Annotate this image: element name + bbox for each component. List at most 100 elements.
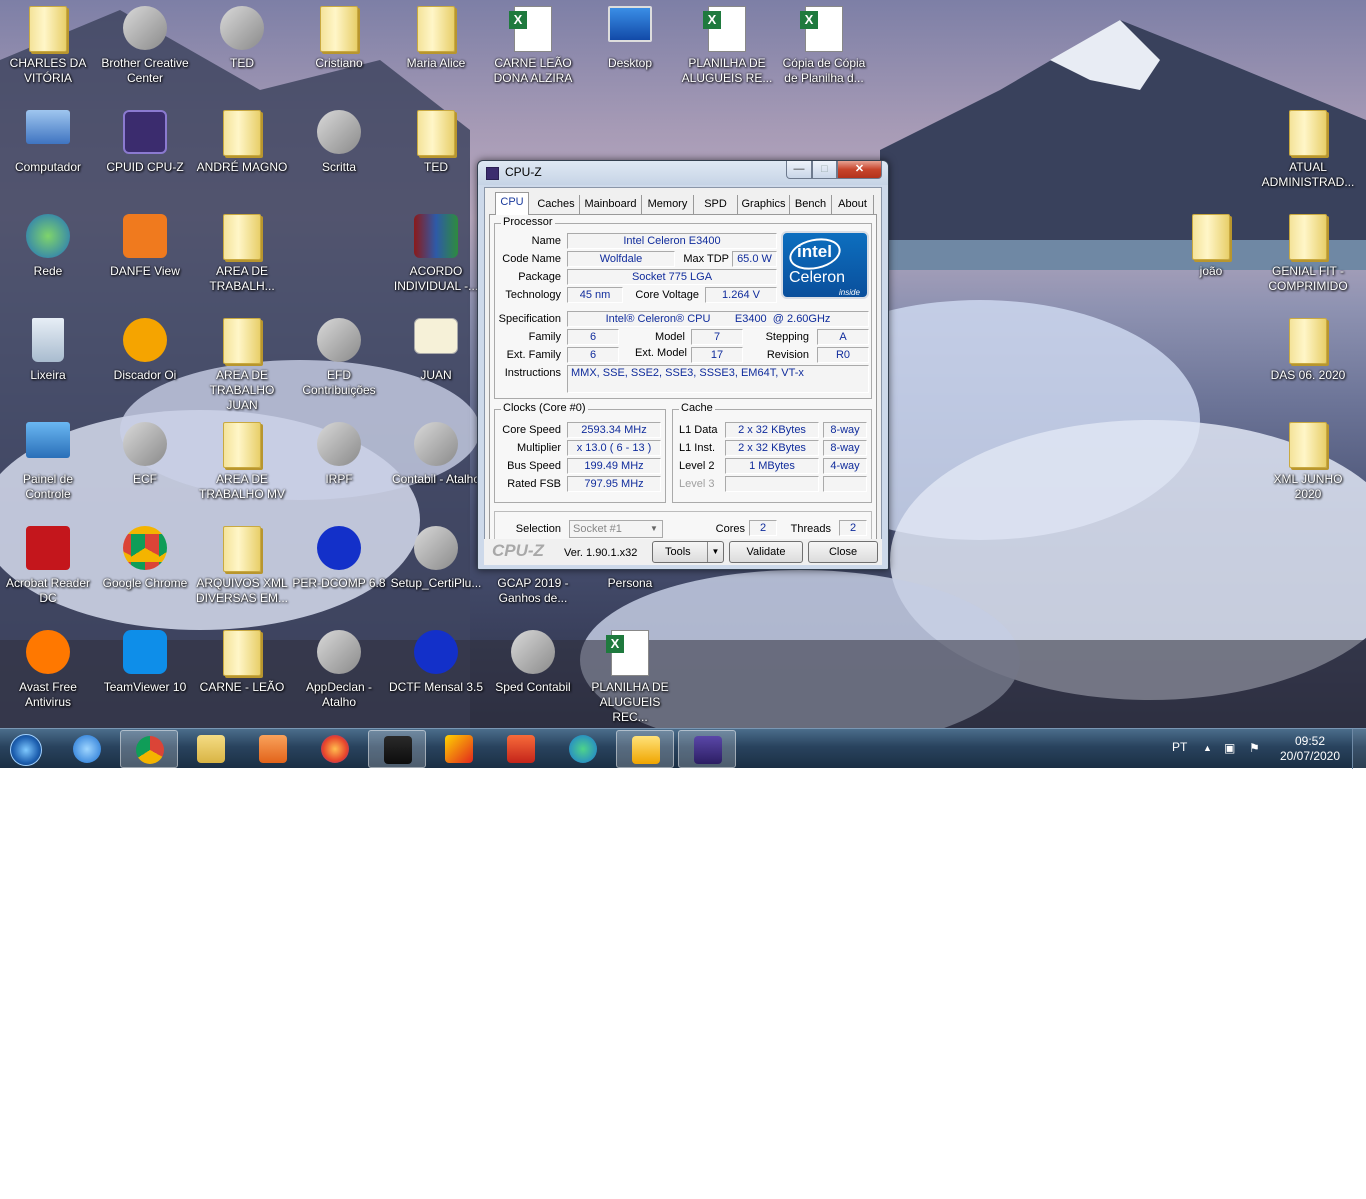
tab-cpu[interactable]: CPU bbox=[495, 192, 529, 215]
desktop-icon[interactable]: AREA DE TRABALHO MV bbox=[194, 416, 290, 520]
desktop-icon[interactable]: Scritta bbox=[291, 104, 387, 208]
language-indicator[interactable]: PT bbox=[1172, 740, 1187, 754]
sped-icon bbox=[509, 630, 557, 678]
close-window-button[interactable]: ✕ bbox=[837, 161, 882, 179]
clock[interactable]: 09:52 20/07/2020 bbox=[1270, 734, 1350, 764]
desktop-icon[interactable]: Setup_CertiPlu... bbox=[388, 520, 484, 624]
show-hidden-icons-icon[interactable]: ▲ bbox=[1203, 743, 1212, 753]
desktop-icon[interactable]: joão bbox=[1163, 208, 1259, 312]
desktop-icon[interactable]: Brother Creative Center bbox=[97, 0, 193, 104]
taskbar-button[interactable] bbox=[182, 730, 240, 768]
action-center-flag-icon[interactable]: ⚑ bbox=[1249, 741, 1260, 755]
desktop-icon[interactable]: ACORDO INDIVIDUAL -... bbox=[388, 208, 484, 312]
desktop-icon[interactable]: CARNE LEÃO DONA ALZIRA bbox=[485, 0, 581, 104]
desktop-icon-label: TED bbox=[424, 160, 448, 174]
desktop-icon[interactable]: DCTF Mensal 3.5 bbox=[388, 624, 484, 728]
desktop-icon[interactable]: DAS 06. 2020 bbox=[1260, 312, 1356, 416]
cpuz-titlebar[interactable]: CPU-Z — □ ✕ bbox=[478, 161, 888, 185]
desktop-icon[interactable]: Rede bbox=[0, 208, 96, 312]
desktop-icon[interactable]: PER-DCOMP 6.8 bbox=[291, 520, 387, 624]
desktop-icon[interactable]: CARNE - LEÃO bbox=[194, 624, 290, 728]
desktop-icon[interactable]: ANDRÉ MAGNO bbox=[194, 104, 290, 208]
tools-button[interactable]: Tools ▼ bbox=[652, 541, 724, 563]
desktop-icon[interactable]: CPUID CPU-Z bbox=[97, 104, 193, 208]
edge-icon bbox=[569, 735, 597, 763]
desktop-icon[interactable]: Discador Oi bbox=[97, 312, 193, 416]
desktop-icon[interactable]: Cristiano bbox=[291, 0, 387, 104]
taskbar-button[interactable] bbox=[306, 730, 364, 768]
clock-time: 09:52 bbox=[1294, 734, 1326, 748]
desktop-icon[interactable]: TED bbox=[388, 104, 484, 208]
tab-about[interactable]: About bbox=[832, 195, 874, 214]
technology-label: Technology bbox=[505, 289, 561, 301]
tools-dropdown-icon[interactable]: ▼ bbox=[707, 542, 723, 562]
taskbar-button[interactable] bbox=[120, 730, 178, 768]
start-button[interactable] bbox=[0, 730, 58, 768]
desktop-icon[interactable]: Contabil - Atalho bbox=[388, 416, 484, 520]
contabil-icon bbox=[412, 422, 460, 470]
zeus-icon bbox=[384, 736, 412, 764]
minimize-button[interactable]: — bbox=[786, 161, 812, 179]
tab-bar: CPU Caches Mainboard Memory SPD Graphics… bbox=[489, 192, 877, 215]
taskbar-button[interactable] bbox=[244, 730, 302, 768]
desktop-icon[interactable]: Sped Contabil bbox=[485, 624, 581, 728]
desktop-icon[interactable]: TED bbox=[194, 0, 290, 104]
desktop-icon[interactable]: TeamViewer 10 bbox=[97, 624, 193, 728]
desktop-icon[interactable]: GENIAL FIT - COMPRIMIDO bbox=[1260, 208, 1356, 312]
taskbar-button[interactable] bbox=[554, 730, 612, 768]
cpuz-window[interactable]: CPU-Z — □ ✕ CPU Caches Mainboard Memory … bbox=[477, 160, 889, 570]
level2-value: 1 MBytes bbox=[725, 458, 819, 474]
desktop-icon[interactable]: JUAN bbox=[388, 312, 484, 416]
desktop-icon[interactable]: Maria Alice bbox=[388, 0, 484, 104]
desktop-icon[interactable]: IRPF bbox=[291, 416, 387, 520]
tab-graphics[interactable]: Graphics bbox=[738, 195, 790, 214]
desktop-icon[interactable]: Computador bbox=[0, 104, 96, 208]
taskbar-button[interactable] bbox=[616, 730, 674, 768]
tab-memory[interactable]: Memory bbox=[642, 195, 694, 214]
desktop-icon[interactable]: AREA DE TRABALHO JUAN bbox=[194, 312, 290, 416]
socket-select-value: Socket #1 bbox=[573, 523, 622, 535]
taskbar-button[interactable] bbox=[58, 730, 116, 768]
desktop-icon[interactable]: AppDeclan - Atalho bbox=[291, 624, 387, 728]
ted-app-icon bbox=[218, 6, 266, 54]
network-tray-icon[interactable]: ▣ bbox=[1224, 741, 1235, 755]
show-desktop-button[interactable] bbox=[1352, 729, 1366, 769]
desktop-icon-label: Cópia de Cópia de Planilha d... bbox=[782, 56, 866, 85]
close-button[interactable]: Close bbox=[808, 541, 878, 563]
acrobat-icon bbox=[24, 526, 72, 574]
clock-date: 20/07/2020 bbox=[1279, 749, 1341, 763]
name-label: Name bbox=[531, 235, 561, 247]
desktop-icon[interactable]: Google Chrome bbox=[97, 520, 193, 624]
desktop-icon[interactable]: Desktop bbox=[582, 0, 678, 104]
desktop-icon[interactable]: AREA DE TRABALH... bbox=[194, 208, 290, 312]
desktop-icon[interactable]: PLANILHA DE ALUGUEIS RE... bbox=[679, 0, 775, 104]
desktop-icon[interactable]: Lixeira bbox=[0, 312, 96, 416]
desktop-icon-label: Cristiano bbox=[315, 56, 363, 70]
tab-mainboard[interactable]: Mainboard bbox=[580, 195, 642, 214]
tab-bench[interactable]: Bench bbox=[790, 195, 832, 214]
desktop-icon[interactable]: Cópia de Cópia de Planilha d... bbox=[776, 0, 872, 104]
desktop-icon[interactable]: PLANILHA DE ALUGUEIS REC... bbox=[582, 624, 678, 728]
processor-group-title: Processor bbox=[501, 216, 555, 228]
desktop-icon[interactable]: Acrobat Reader DC bbox=[0, 520, 96, 624]
tab-spd[interactable]: SPD bbox=[694, 195, 738, 214]
validate-button[interactable]: Validate bbox=[729, 541, 803, 563]
socket-select[interactable]: Socket #1 ▼ bbox=[569, 520, 663, 538]
taskbar-button[interactable] bbox=[368, 730, 426, 768]
desktop-icon[interactable]: ECF bbox=[97, 416, 193, 520]
desktop-icon[interactable]: ATUAL ADMINISTRAD... bbox=[1260, 104, 1356, 208]
taskbar-button[interactable] bbox=[430, 730, 488, 768]
desktop-icon[interactable]: Painel de Controle bbox=[0, 416, 96, 520]
desktop-icon[interactable]: XML JUNHO 2020 bbox=[1260, 416, 1356, 520]
intel-brand-text: intel bbox=[797, 242, 832, 261]
folder-icon bbox=[218, 630, 266, 678]
cpu-name-value: Intel Celeron E3400 bbox=[567, 233, 777, 249]
desktop-icon[interactable]: EFD Contribuições bbox=[291, 312, 387, 416]
desktop-icon[interactable]: Avast Free Antivirus bbox=[0, 624, 96, 728]
taskbar-button[interactable] bbox=[492, 730, 550, 768]
desktop-icon[interactable]: ARQUIVOS XML DIVERSAS EM... bbox=[194, 520, 290, 624]
taskbar-button[interactable] bbox=[678, 730, 736, 768]
desktop-icon[interactable]: CHARLES DA VITÓRIA bbox=[0, 0, 96, 104]
tab-caches[interactable]: Caches bbox=[533, 195, 580, 214]
desktop-icon[interactable]: DANFE View bbox=[97, 208, 193, 312]
